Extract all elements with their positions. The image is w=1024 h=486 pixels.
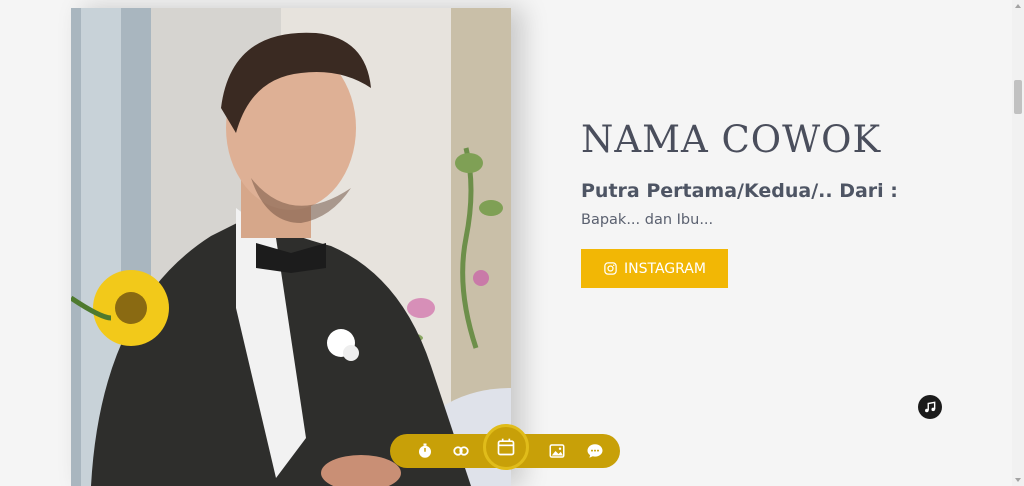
nav-event-date[interactable] [483,424,529,470]
parent-title: Putra Pertama/Kedua/.. Dari : [581,180,898,202]
bottom-navigation [390,424,620,470]
groom-info: NAMA COWOK Putra Pertama/Kedua/.. Dari :… [581,118,981,288]
instagram-icon [604,262,617,275]
scroll-up-arrow-icon[interactable] [1015,4,1021,8]
scrollbar-thumb[interactable] [1014,80,1022,114]
stopwatch-icon [419,443,431,458]
instagram-label: INSTAGRAM [624,260,706,277]
nav-gallery[interactable] [545,439,569,463]
music-note-icon [925,401,936,413]
nav-wishes[interactable] [583,439,607,463]
couple-icon [453,446,469,456]
nav-couple[interactable] [449,439,473,463]
music-toggle-button[interactable] [918,395,942,419]
scroll-down-arrow-icon[interactable] [1015,478,1021,482]
nav-countdown[interactable] [413,439,437,463]
groom-name: NAMA COWOK [581,118,882,161]
groom-photo [71,8,511,486]
scrollbar[interactable] [1012,0,1024,486]
chat-icon [587,444,603,458]
calendar-icon [497,438,515,456]
parent-names: Bapak... dan Ibu... [581,212,714,228]
instagram-button[interactable]: INSTAGRAM [581,249,728,288]
gallery-icon [549,444,565,458]
